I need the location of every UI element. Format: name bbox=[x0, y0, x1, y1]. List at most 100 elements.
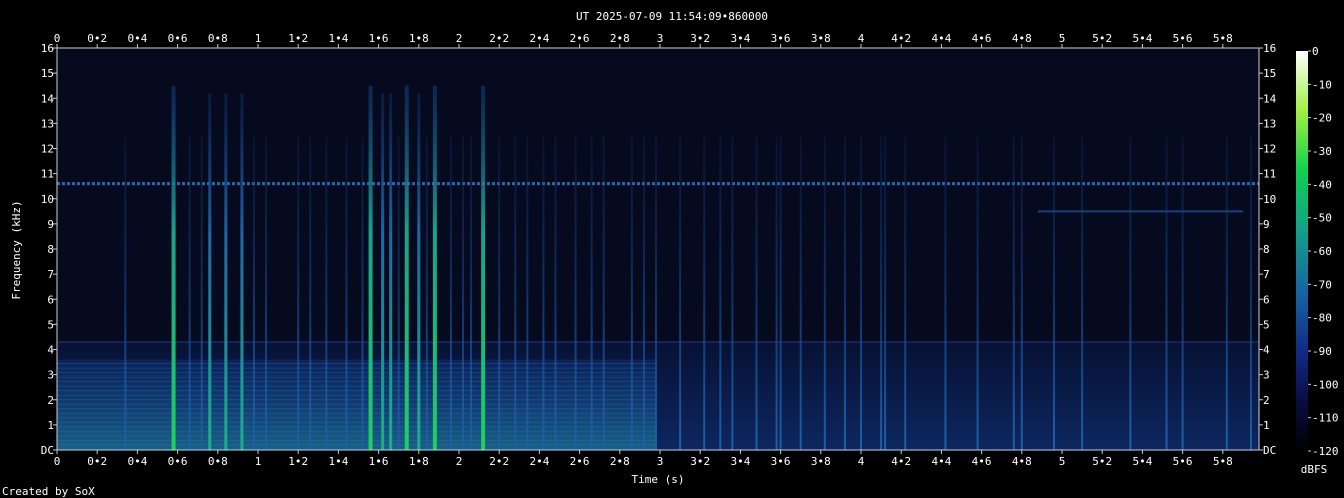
click-faint bbox=[397, 135, 400, 450]
y-tick-label-left: 1 bbox=[47, 419, 54, 432]
x-tick-label-bottom: 2•4 bbox=[529, 455, 549, 468]
click-faint bbox=[361, 135, 364, 450]
click-faint bbox=[574, 135, 577, 450]
y-tick-label-left: 13 bbox=[41, 117, 54, 130]
y-tick-label-left: 12 bbox=[41, 143, 54, 156]
y-tick-label-left: 2 bbox=[47, 394, 54, 407]
click-faint bbox=[188, 135, 191, 450]
click-faint bbox=[1165, 135, 1168, 450]
spectrogram-plot bbox=[56, 47, 1260, 451]
x-tick-label-bottom: 4•2 bbox=[891, 455, 911, 468]
click-faint bbox=[498, 135, 501, 450]
y-tick-label-right: 10 bbox=[1263, 193, 1276, 206]
y-tick-label-left: 9 bbox=[47, 218, 54, 231]
click-faint bbox=[325, 135, 328, 450]
click-faint bbox=[124, 135, 127, 450]
x-tick-label-bottom: 0•2 bbox=[87, 455, 107, 468]
click-bright bbox=[481, 85, 486, 450]
x-tick-label-top: 4•2 bbox=[891, 32, 911, 45]
x-tick-label-bottom: 2•6 bbox=[570, 455, 590, 468]
x-tick-label-bottom: 1 bbox=[255, 455, 262, 468]
x-tick-label-top: 4•8 bbox=[1012, 32, 1032, 45]
colorbar-tick-label: -50 bbox=[1312, 212, 1332, 225]
x-tick-label-top: 1 bbox=[255, 32, 262, 45]
y-tick-label-right: 4 bbox=[1263, 344, 1270, 357]
x-tick-label-bottom: 0•4 bbox=[127, 455, 147, 468]
click-medium bbox=[224, 93, 228, 450]
y-tick-label-left: 10 bbox=[41, 193, 54, 206]
x-tick-label-top: 5 bbox=[1059, 32, 1066, 45]
x-tick-label-bottom: 5•4 bbox=[1132, 455, 1152, 468]
click-faint bbox=[526, 135, 529, 450]
y-tick-label-right: 16 bbox=[1263, 42, 1276, 55]
colorbar-tick-label: -70 bbox=[1312, 278, 1332, 291]
y-tick-label-left: 6 bbox=[47, 293, 54, 306]
y-tick-label-left: DC bbox=[41, 444, 54, 457]
x-tick-label-bottom: 2•8 bbox=[610, 455, 630, 468]
click-faint bbox=[309, 135, 312, 450]
x-tick-label-bottom: 3•6 bbox=[771, 455, 791, 468]
x-tick-label-bottom: 0•6 bbox=[168, 455, 188, 468]
x-tick-label-top: 5•2 bbox=[1092, 32, 1112, 45]
click-faint bbox=[1012, 135, 1015, 450]
click-faint bbox=[860, 135, 863, 450]
x-tick-label-bottom: 3•4 bbox=[730, 455, 750, 468]
click-faint bbox=[642, 135, 645, 450]
x-tick-label-top: 1•8 bbox=[409, 32, 429, 45]
y-tick-label-left: 5 bbox=[47, 318, 54, 331]
y-tick-label-left: 7 bbox=[47, 268, 54, 281]
colorbar-gradient bbox=[1296, 51, 1308, 451]
y-tick-label-left: 8 bbox=[47, 243, 54, 256]
click-faint bbox=[1081, 135, 1084, 450]
x-tick-label-bottom: 5•6 bbox=[1173, 455, 1193, 468]
x-tick-label-bottom: 4 bbox=[858, 455, 865, 468]
click-faint bbox=[1181, 135, 1184, 450]
click-faint bbox=[1052, 135, 1055, 450]
y-tick-label-left: 4 bbox=[47, 344, 54, 357]
colorbar-tick-label: -120 bbox=[1312, 445, 1339, 458]
click-medium bbox=[381, 93, 385, 450]
y-tick-label-left: 3 bbox=[47, 369, 54, 382]
y-tick-label-right: 12 bbox=[1263, 143, 1276, 156]
colorbar-tick-label: -80 bbox=[1312, 312, 1332, 325]
click-faint bbox=[779, 135, 782, 450]
y-tick-label-right: 14 bbox=[1263, 92, 1277, 105]
colorbar-tick-label: -20 bbox=[1312, 112, 1332, 125]
x-axis-label: Time (s) bbox=[632, 473, 685, 486]
colorbar-tick-label: -90 bbox=[1312, 345, 1332, 358]
x-tick-label-bottom: 2 bbox=[456, 455, 463, 468]
x-tick-label-top: 2•2 bbox=[489, 32, 509, 45]
x-tick-label-bottom: 1•6 bbox=[369, 455, 389, 468]
click-medium bbox=[389, 93, 393, 450]
click-faint bbox=[1020, 135, 1023, 450]
click-faint bbox=[880, 135, 883, 450]
click-faint bbox=[755, 135, 758, 450]
x-tick-label-top: 5•4 bbox=[1132, 32, 1152, 45]
x-tick-label-top: 5•6 bbox=[1173, 32, 1193, 45]
click-faint bbox=[345, 135, 348, 450]
click-faint bbox=[252, 135, 255, 450]
x-tick-label-bottom: 5•8 bbox=[1213, 455, 1233, 468]
x-tick-label-top: 0 bbox=[54, 32, 61, 45]
colorbar-tick-label: -60 bbox=[1312, 245, 1332, 258]
y-tick-label-left: 15 bbox=[41, 67, 54, 80]
click-faint bbox=[297, 135, 300, 450]
x-tick-label-bottom: 1•2 bbox=[288, 455, 308, 468]
click-faint bbox=[944, 135, 947, 450]
click-faint bbox=[823, 135, 826, 450]
click-bright bbox=[368, 85, 373, 450]
y-tick-label-right: 11 bbox=[1263, 168, 1276, 181]
click-bright bbox=[432, 85, 437, 450]
x-tick-label-top: 4•4 bbox=[931, 32, 951, 45]
y-tick-label-right: 9 bbox=[1263, 218, 1270, 231]
x-tick-label-top: 3•8 bbox=[811, 32, 831, 45]
x-tick-label-top: 4 bbox=[858, 32, 865, 45]
click-faint bbox=[425, 135, 428, 450]
y-tick-label-right: 8 bbox=[1263, 243, 1270, 256]
y-tick-label-right: 13 bbox=[1263, 117, 1276, 130]
y-tick-label-left: 16 bbox=[41, 42, 54, 55]
colorbar-tick-label: 0 bbox=[1312, 45, 1319, 58]
x-tick-label-bottom: 0 bbox=[54, 455, 61, 468]
x-tick-label-top: 2•4 bbox=[529, 32, 549, 45]
y-tick-label-left: 14 bbox=[41, 92, 55, 105]
